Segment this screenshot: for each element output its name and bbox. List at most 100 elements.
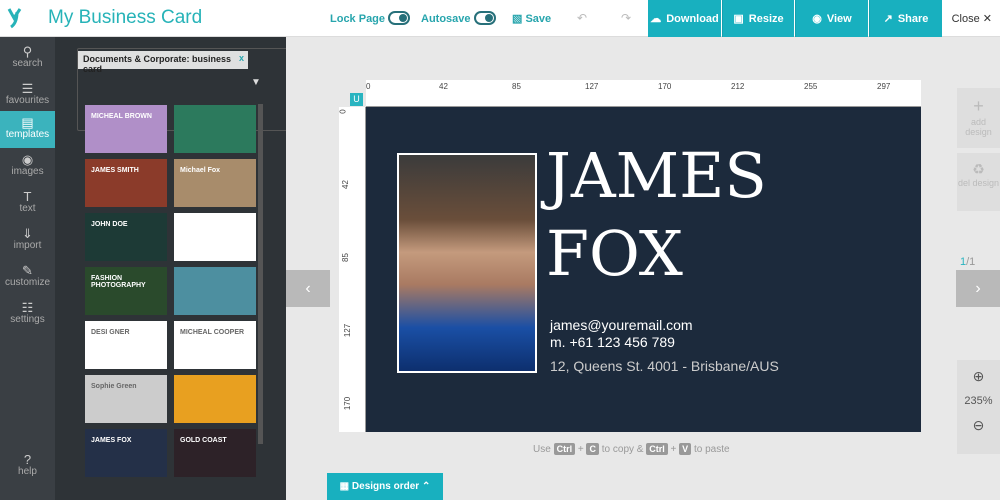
template-thumbnail[interactable]: DESI GNER xyxy=(85,321,167,369)
sidebar-item-label: search xyxy=(12,58,43,69)
template-thumbnail[interactable] xyxy=(174,375,256,423)
document-title[interactable]: My Business Card xyxy=(48,7,202,29)
template-thumbnail[interactable]: Sophie Green xyxy=(85,375,167,423)
card-last-name[interactable]: FOX xyxy=(546,223,683,285)
view-label: View xyxy=(826,12,852,25)
template-thumbnail-label: Sophie Green xyxy=(91,383,137,390)
template-thumbnail-label: FASHION PHOTOGRAPHY xyxy=(91,275,146,289)
autosave-switch[interactable] xyxy=(473,11,496,25)
logo-icon[interactable] xyxy=(6,6,28,30)
template-thumbnail[interactable]: MICHEAL BROWN xyxy=(85,105,167,153)
camera-icon: ◉ xyxy=(21,152,34,167)
sidebar-item-settings[interactable]: ☷ settings xyxy=(0,296,55,333)
template-thumbnail-label: MICHEAL COOPER xyxy=(180,329,245,336)
zoom-control: ⊕ 235% ⊖ xyxy=(957,360,1000,454)
sidebar-item-label: images xyxy=(11,166,44,177)
template-thumbnail-label: Michael Fox xyxy=(180,167,221,174)
undo-icon[interactable]: ↶ xyxy=(577,11,587,25)
key-ctrl: Ctrl xyxy=(646,443,668,455)
business-card-canvas[interactable]: JAMES FOX james@youremail.com m. +61 123… xyxy=(366,107,921,432)
page-indicator: 1/1 xyxy=(960,256,975,268)
autosave-label: Autosave xyxy=(421,13,471,25)
template-thumbnail-label: MICHEAL BROWN xyxy=(91,113,152,120)
hint-paste: to paste xyxy=(693,444,730,455)
trash-icon: ♻ xyxy=(972,161,985,177)
autosave-toggle[interactable]: Autosave xyxy=(421,11,496,25)
next-page-button[interactable]: › xyxy=(956,270,1000,307)
ruler-tick-label: 127 xyxy=(585,82,599,91)
sidebar-item-images[interactable]: ◉ images xyxy=(0,148,55,185)
lock-page-toggle[interactable]: Lock Page xyxy=(330,11,411,25)
brush-icon: ✎ xyxy=(22,263,33,278)
key-c: C xyxy=(586,443,599,455)
card-phone[interactable]: m. +61 123 456 789 xyxy=(550,334,675,350)
close-button[interactable]: Close ✕ xyxy=(952,12,992,25)
sidebar-item-favourites[interactable]: ☰ favourites xyxy=(0,77,55,114)
sidebar-item-help[interactable]: ? help xyxy=(0,448,55,485)
view-button[interactable]: ◉ View xyxy=(795,0,868,37)
sidebar-item-label: import xyxy=(13,240,42,251)
zoom-in-icon[interactable]: ⊕ xyxy=(957,368,1000,385)
template-thumbnail[interactable] xyxy=(174,213,256,261)
save-label: Save xyxy=(525,13,552,25)
template-thumbnail-label: DESI GNER xyxy=(91,329,130,336)
lock-switch[interactable] xyxy=(388,11,411,25)
template-thumbnail-label: JAMES SMITH xyxy=(91,167,139,174)
template-thumbnail[interactable] xyxy=(174,267,256,315)
sidebar-item-import[interactable]: ⇓ import xyxy=(0,222,55,259)
card-first-name[interactable]: JAMES xyxy=(546,145,767,207)
ruler-tick-label: 85 xyxy=(512,82,521,91)
eye-icon: ◉ xyxy=(812,13,822,25)
card-address[interactable]: 12, Queens St. 4001 - Brisbane/AUS xyxy=(550,358,779,374)
key-v: V xyxy=(679,443,692,455)
zoom-out-icon[interactable]: ⊖ xyxy=(957,417,1000,434)
hint-copy: to copy & xyxy=(601,444,644,455)
redo-icon[interactable]: ↷ xyxy=(621,11,631,25)
dropdown-arrow-icon[interactable]: ▼ xyxy=(251,77,261,88)
add-design-button[interactable]: + add design xyxy=(957,88,1000,148)
sidebar-item-text[interactable]: Ttext xyxy=(0,185,55,222)
prev-page-button[interactable]: ‹ xyxy=(286,270,330,307)
sidebar-item-customize[interactable]: ✎ customize xyxy=(0,259,55,296)
save-button[interactable]: ▧ Save xyxy=(512,12,551,25)
ruler-corner-icon[interactable]: U xyxy=(350,93,363,106)
delete-design-button[interactable]: ♻ del design xyxy=(957,153,1000,211)
horizontal-ruler: 0 42 85 127 170 212 255 297 xyxy=(366,80,921,107)
sidebar-item-search[interactable]: ⚲ search xyxy=(0,40,55,77)
share-button[interactable]: ↗ Share xyxy=(869,0,942,37)
template-thumbnail[interactable]: FASHION PHOTOGRAPHY xyxy=(85,267,167,315)
resize-button[interactable]: ▣ Resize xyxy=(722,0,794,37)
download-label: Download xyxy=(666,12,719,25)
cloud-download-icon: ☁ xyxy=(650,13,662,25)
portrait-photo[interactable] xyxy=(397,153,537,373)
panel-scrollbar[interactable] xyxy=(258,104,263,444)
sidebar-item-label: favourites xyxy=(5,95,50,106)
ruler-tick-label: 0 xyxy=(366,82,371,91)
remove-tag-icon[interactable]: x xyxy=(239,53,244,63)
card-email[interactable]: james@youremail.com xyxy=(550,317,693,333)
grid-icon: ▦ xyxy=(339,481,350,492)
sidebar-item-label: text xyxy=(19,203,36,214)
template-thumbnail[interactable]: JAMES FOX xyxy=(85,429,167,477)
sidebar-item-templates[interactable]: ▤ templates xyxy=(0,111,61,148)
text-icon: T xyxy=(23,189,32,204)
keyboard-hint: Use Ctrl + C to copy & Ctrl + V to paste xyxy=(533,443,730,455)
sidebar: ⚲ search ☰ favourites ▤ templates ◉ images T… xyxy=(0,37,61,500)
filter-tag[interactable]: Documents & Corporate: business card x xyxy=(78,51,248,74)
search-icon: ⚲ xyxy=(22,44,33,59)
chevron-up-icon: ⌃ xyxy=(421,481,431,492)
top-bar: My Business Card Lock Page Autosave ▧ Sa… xyxy=(0,0,1000,37)
del-design-label: del design xyxy=(957,178,1000,188)
sidebar-item-label: customize xyxy=(4,277,50,288)
template-thumbnail[interactable]: JOHN DOE xyxy=(85,213,167,261)
template-thumbnail[interactable]: Michael Fox xyxy=(174,159,256,207)
share-label: Share xyxy=(897,12,929,25)
designs-order-button[interactable]: ▦ Designs order ⌃ xyxy=(327,473,443,500)
template-thumbnail[interactable]: GOLD COAST xyxy=(174,429,256,477)
ruler-tick-label: 255 xyxy=(804,82,818,91)
sliders-icon: ☷ xyxy=(21,300,34,315)
template-thumbnail[interactable]: JAMES SMITH xyxy=(85,159,167,207)
download-button[interactable]: ☁ Download xyxy=(648,0,721,37)
template-thumbnail[interactable]: MICHEAL COOPER xyxy=(174,321,256,369)
template-thumbnail[interactable] xyxy=(174,105,256,153)
